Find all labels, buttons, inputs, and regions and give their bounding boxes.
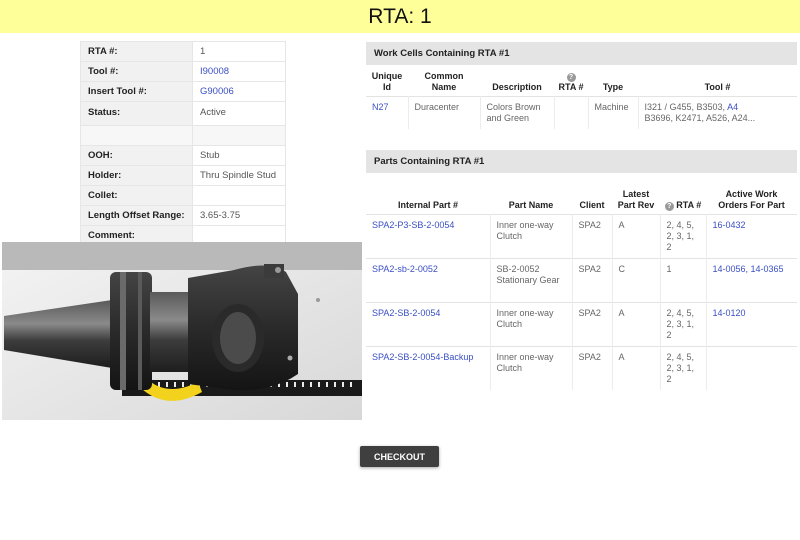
detail-value: Stub — [192, 145, 286, 166]
detail-value: Active — [192, 101, 286, 126]
cell-client: SPA2 — [572, 257, 613, 302]
cell-rta: 2, 4, 5, 2, 3, 1, 2 — [660, 345, 707, 390]
cell-work-orders — [706, 345, 797, 390]
cell-type: Machine — [588, 96, 639, 129]
detail-row-holder: Holder: Thru Spindle Stud — [80, 165, 286, 186]
col-rta-label: RTA # — [676, 199, 702, 210]
col-common-name: Common Name — [424, 71, 464, 92]
tool-a4-link[interactable]: A4 — [727, 102, 738, 112]
col-rta: ? RTA # — [660, 174, 706, 214]
cell-part-name: Inner one-way Clutch — [490, 345, 573, 390]
detail-row-insert-tool: Insert Tool #: G90006 — [80, 81, 286, 102]
work-cells-table: Unique Id Common Name Description ? RTA … — [366, 68, 797, 129]
insert-tool-link[interactable]: G90006 — [200, 86, 234, 97]
cell-tool: I321 / G455, B3503, A4 B3696, K2471, A52… — [638, 96, 797, 129]
detail-label: RTA #: — [80, 41, 193, 62]
col-latest-rev: Latest Part Rev — [617, 188, 655, 210]
parts-heading: Parts Containing RTA #1 — [366, 150, 797, 173]
col-unique-id: Unique Id — [371, 71, 403, 92]
col-tool: Tool # — [704, 82, 731, 92]
checkout-button[interactable]: CHECKOUT — [360, 446, 439, 467]
table-row: N27 Duracenter Colors Brown and Green Ma… — [366, 96, 797, 129]
col-work-orders: Active Work Orders For Part — [718, 188, 785, 210]
table-row: SPA2-SB-2-0054 Inner one-way Clutch SPA2… — [366, 301, 797, 346]
part-link[interactable]: SPA2-SB-2-0054-Backup — [372, 352, 473, 362]
question-circle-icon[interactable]: ? — [664, 201, 674, 211]
cell-description: Colors Brown and Green — [480, 96, 555, 129]
detail-row-length-offset: Length Offset Range: 3.65-3.75 — [80, 205, 286, 226]
detail-row-spacer — [80, 125, 286, 146]
cell-client: SPA2 — [572, 213, 613, 258]
detail-row-ooh: OOH: Stub — [80, 145, 286, 166]
cell-rta: 1 — [660, 257, 707, 302]
cell-rta — [554, 96, 589, 129]
detail-label: Insert Tool #: — [80, 81, 193, 102]
detail-row-status: Status: Active — [80, 101, 286, 126]
col-type: Type — [602, 82, 624, 92]
detail-value — [192, 185, 286, 206]
detail-value — [192, 125, 286, 146]
detail-label: Collet: — [80, 185, 193, 206]
table-row: SPA2-sb-2-0052 SB-2-0052 Stationary Gear… — [366, 257, 797, 302]
work-cells-heading: Work Cells Containing RTA #1 — [366, 42, 797, 65]
work-order-link[interactable]: 14-0056, 14-0365 — [713, 264, 784, 274]
detail-row-collet: Collet: — [80, 185, 286, 206]
tool-list-prefix: I321 / G455, B3503, — [644, 102, 728, 112]
cell-rev: A — [612, 345, 661, 390]
detail-label: Tool #: — [80, 61, 193, 82]
cell-common-name: Duracenter — [408, 96, 481, 129]
work-order-link[interactable]: 16-0432 — [713, 220, 746, 230]
tool-link[interactable]: I90008 — [200, 66, 229, 77]
table-row: SPA2-SB-2-0054-Backup Inner one-way Clut… — [366, 345, 797, 390]
col-part-name: Part Name — [508, 199, 554, 210]
cell-client: SPA2 — [572, 345, 613, 390]
col-rta: ? RTA # — [554, 68, 588, 97]
detail-value: 3.65-3.75 — [192, 205, 286, 226]
detail-value: Thru Spindle Stud — [192, 165, 286, 186]
col-rta-label: RTA # — [558, 82, 584, 92]
detail-label: OOH: — [80, 145, 193, 166]
cell-part-name: Inner one-way Clutch — [490, 213, 573, 258]
col-description: Description — [492, 82, 542, 92]
cell-rev: A — [612, 301, 661, 346]
tool-photo — [2, 242, 362, 420]
part-link[interactable]: SPA2-sb-2-0052 — [372, 264, 438, 274]
rta-detail-table: RTA #: 1 Tool #: I90008 Insert Tool #: G… — [80, 41, 286, 246]
work-cell-link[interactable]: N27 — [372, 102, 389, 112]
detail-label: Holder: — [80, 165, 193, 186]
col-client: Client — [579, 199, 605, 210]
cell-rev: C — [612, 257, 661, 302]
question-circle-icon[interactable]: ? — [566, 73, 576, 82]
work-order-link[interactable]: 14-0120 — [713, 308, 746, 318]
detail-row-tool: Tool #: I90008 — [80, 61, 286, 82]
detail-label — [80, 125, 193, 146]
col-internal-part: Internal Part # — [397, 199, 459, 210]
part-link[interactable]: SPA2-SB-2-0054 — [372, 308, 440, 318]
cell-rta: 2, 4, 5, 2, 3, 1, 2 — [660, 213, 707, 258]
detail-label: Status: — [80, 101, 193, 126]
cell-part-name: SB-2-0052 Stationary Gear — [490, 257, 573, 302]
detail-label: Length Offset Range: — [80, 205, 193, 226]
table-row: SPA2-P3-SB-2-0054 Inner one-way Clutch S… — [366, 213, 797, 258]
page-title: RTA: 1 — [0, 0, 800, 33]
parts-table: Internal Part # Part Name Client Latest … — [366, 174, 797, 390]
detail-row-rta: RTA #: 1 — [80, 41, 286, 62]
cell-rev: A — [612, 213, 661, 258]
detail-value: 1 — [192, 41, 286, 62]
cell-rta: 2, 4, 5, 2, 3, 1, 2 — [660, 301, 707, 346]
part-link[interactable]: SPA2-P3-SB-2-0054 — [372, 220, 454, 230]
cell-client: SPA2 — [572, 301, 613, 346]
tool-list-suffix: B3696, K2471, A526, A24... — [644, 113, 756, 123]
tool-holder-image — [2, 242, 362, 420]
cell-part-name: Inner one-way Clutch — [490, 301, 573, 346]
